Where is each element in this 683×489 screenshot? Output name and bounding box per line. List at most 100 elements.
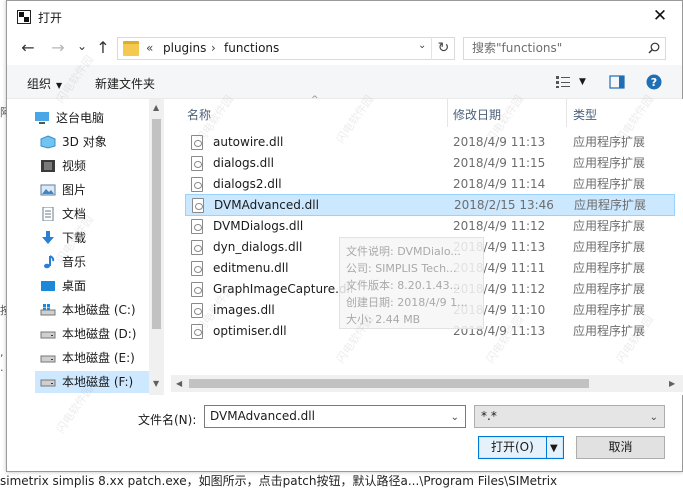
address-dropdown-chevron-icon[interactable]: ⌄ bbox=[418, 40, 426, 51]
file-name: optimiser.dll bbox=[213, 324, 287, 338]
refresh-icon[interactable]: ↻ bbox=[431, 37, 455, 60]
scroll-left-arrow-icon[interactable]: ◀ bbox=[176, 379, 182, 388]
search-icon bbox=[648, 42, 660, 54]
sidebar-item-pictures[interactable]: 图片 bbox=[35, 179, 163, 201]
file-row[interactable]: dialogs2.dll 2018/4/9 11:14 应用程序扩展 bbox=[185, 174, 675, 195]
3d-objects-icon bbox=[40, 135, 56, 149]
file-row[interactable]: dialogs.dll 2018/4/9 11:15 应用程序扩展 bbox=[185, 153, 675, 174]
navigation-scrollbar[interactable]: ▲ ▼ bbox=[149, 99, 164, 395]
file-type: 应用程序扩展 bbox=[573, 219, 646, 233]
file-type: 应用程序扩展 bbox=[573, 324, 646, 338]
scroll-down-arrow-icon[interactable]: ▼ bbox=[153, 379, 159, 388]
file-date: 2018/2/15 13:46 bbox=[454, 198, 554, 212]
file-type: 应用程序扩展 bbox=[573, 282, 646, 296]
tooltip-line: 大小: 2.44 MB bbox=[346, 313, 421, 326]
file-name: GraphImageCapture.dll bbox=[213, 282, 354, 296]
search-input[interactable]: 搜索"functions" bbox=[463, 37, 666, 60]
back-arrow-icon[interactable]: ← bbox=[17, 37, 39, 59]
new-folder-button[interactable]: 新建文件夹 bbox=[95, 75, 155, 92]
dll-file-icon bbox=[191, 282, 203, 297]
file-type-filter-select[interactable]: *.* ⌄ bbox=[474, 405, 665, 428]
search-placeholder: 搜索"functions" bbox=[472, 41, 563, 55]
up-arrow-icon[interactable]: ↑ bbox=[92, 37, 114, 59]
dialog-title: 打开 bbox=[38, 11, 63, 25]
open-button[interactable]: 打开(O) ▼ bbox=[478, 436, 564, 459]
dll-file-icon bbox=[191, 156, 203, 171]
sidebar-item-documents[interactable]: 文档 bbox=[35, 203, 163, 225]
file-name: dyn_dialogs.dll bbox=[213, 240, 303, 254]
open-options-caret-icon[interactable]: ▼ bbox=[550, 438, 558, 459]
background-fragment: . bbox=[0, 361, 4, 374]
view-options-icon[interactable] bbox=[555, 75, 571, 89]
file-type: 应用程序扩展 bbox=[573, 261, 646, 275]
folder-icon bbox=[123, 41, 139, 56]
sidebar-item-drive-d[interactable]: 本地磁盘 (D:) bbox=[35, 323, 163, 345]
filter-dropdown-chevron-icon[interactable]: ⌄ bbox=[650, 407, 658, 428]
file-type: 应用程序扩展 bbox=[573, 135, 646, 149]
column-header-date[interactable]: 修改日期 bbox=[453, 106, 501, 123]
background-fragment: , bbox=[0, 346, 4, 359]
file-type: 应用程序扩展 bbox=[574, 198, 647, 212]
svg-text:?: ? bbox=[651, 76, 657, 89]
sidebar-item-3d-objects[interactable]: 3D 对象 bbox=[35, 131, 163, 153]
column-divider[interactable] bbox=[447, 99, 448, 127]
column-header-type[interactable]: 类型 bbox=[573, 106, 597, 123]
organize-menu-button[interactable]: 组织 ▼ bbox=[27, 75, 62, 92]
desktop-icon bbox=[41, 281, 55, 291]
column-divider[interactable] bbox=[566, 99, 567, 127]
preview-pane-icon[interactable] bbox=[609, 75, 625, 89]
command-bar: 组织 ▼ 新建文件夹 ▼ ? bbox=[7, 65, 682, 99]
sidebar-item-videos[interactable]: 视频 bbox=[35, 155, 163, 177]
column-header-name[interactable]: 名称 bbox=[187, 106, 211, 123]
help-icon[interactable]: ? bbox=[646, 74, 662, 90]
view-options-caret-icon[interactable]: ▼ bbox=[579, 77, 586, 87]
filename-input[interactable]: DVMAdvanced.dll ⌄ bbox=[204, 405, 466, 428]
title-bar[interactable]: 打开 ✕ bbox=[7, 1, 682, 33]
sidebar-item-drive-c[interactable]: 本地磁盘 (C:) bbox=[35, 299, 163, 321]
dll-file-icon bbox=[191, 303, 203, 318]
file-row[interactable]: DVMDialogs.dll 2018/4/9 11:12 应用程序扩展 bbox=[185, 216, 675, 237]
breadcrumb-separator-icon[interactable]: › bbox=[211, 41, 216, 55]
sidebar-item-this-pc[interactable]: 这台电脑 bbox=[29, 107, 157, 129]
sidebar-item-downloads[interactable]: 下载 bbox=[35, 227, 163, 249]
overflow-chevron-icon[interactable]: « bbox=[146, 41, 153, 55]
scrollbar-thumb[interactable] bbox=[152, 119, 161, 329]
breadcrumb-functions[interactable]: functions bbox=[224, 41, 279, 55]
tooltip-line: 文件说明: DVMDialo... bbox=[346, 245, 461, 258]
sidebar-item-desktop[interactable]: 桌面 bbox=[35, 275, 163, 297]
scroll-up-arrow-icon[interactable]: ▲ bbox=[153, 103, 159, 112]
sidebar-item-music[interactable]: 音乐 bbox=[35, 251, 163, 273]
file-name: images.dll bbox=[213, 303, 275, 317]
tooltip-line: 文件版本: 8.20.1.43... bbox=[346, 279, 461, 292]
organize-label: 组织 bbox=[27, 77, 52, 91]
file-info-tooltip: 文件说明: DVMDialo... 公司: SIMPLIS Tech... 文件… bbox=[339, 237, 484, 329]
pictures-icon bbox=[40, 184, 56, 196]
file-type: 应用程序扩展 bbox=[573, 156, 646, 170]
drive-icon bbox=[40, 355, 56, 363]
caret-down-icon: ▼ bbox=[56, 81, 63, 90]
file-list-horizontal-scrollbar[interactable]: ◀ ▶ bbox=[171, 375, 683, 392]
filename-label: 文件名(N): bbox=[138, 413, 197, 427]
dll-file-icon bbox=[192, 198, 204, 213]
file-row[interactable]: autowire.dll 2018/4/9 11:13 应用程序扩展 bbox=[185, 132, 675, 153]
file-row-selected[interactable]: DVMAdvanced.dll 2018/2/15 13:46 应用程序扩展 bbox=[185, 194, 675, 216]
sort-ascending-icon: ^ bbox=[311, 95, 319, 105]
filename-value: DVMAdvanced.dll bbox=[210, 409, 315, 423]
dll-file-icon bbox=[191, 324, 203, 339]
downloads-icon bbox=[42, 231, 54, 244]
breadcrumb-plugins[interactable]: plugins bbox=[163, 41, 206, 55]
recent-locations-chevron-icon[interactable]: ⌄ bbox=[71, 35, 93, 57]
open-file-dialog: 打开 ✕ ← → ⌄ ↑ « plugins › functions ⌄ ↻ 搜… bbox=[6, 0, 683, 472]
cancel-button[interactable]: 取消 bbox=[576, 436, 665, 459]
sidebar-item-drive-f[interactable]: 本地磁盘 (F:) bbox=[35, 371, 163, 393]
file-name: dialogs.dll bbox=[213, 156, 274, 170]
scroll-right-arrow-icon[interactable]: ▶ bbox=[669, 379, 675, 388]
address-bar[interactable]: « plugins › functions ⌄ bbox=[117, 37, 455, 60]
filename-dropdown-chevron-icon[interactable]: ⌄ bbox=[451, 407, 459, 428]
scrollbar-thumb[interactable] bbox=[189, 379, 589, 388]
navigation-pane: 这台电脑 3D 对象 视频 图片 文档 下载 音乐 桌面 本地磁盘 (C:) 本… bbox=[7, 99, 164, 395]
close-button[interactable]: ✕ bbox=[638, 1, 682, 33]
sidebar-item-drive-e[interactable]: 本地磁盘 (E:) bbox=[35, 347, 163, 369]
forward-arrow-icon[interactable]: → bbox=[47, 37, 69, 59]
file-date: 2018/4/9 11:15 bbox=[453, 156, 546, 170]
